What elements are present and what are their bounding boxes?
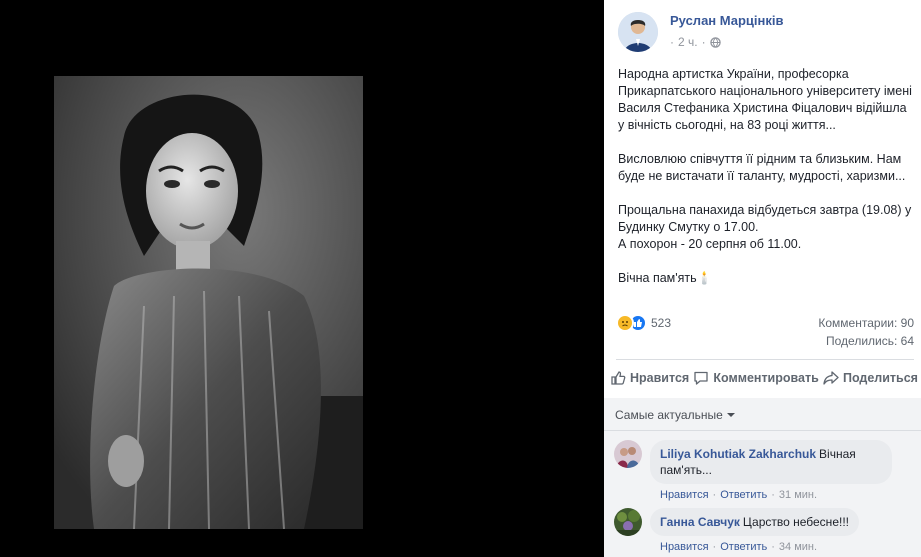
post-header: Руслан Марцінків · 2 ч. · — [618, 12, 783, 52]
share-label: Поделиться — [842, 371, 918, 385]
comment-icon — [694, 371, 708, 385]
comment-like-link[interactable]: Нравится — [660, 489, 709, 501]
comment-item: Ганна Савчук Царство небесне!!! Нравится ·… — [614, 508, 859, 553]
share-icon — [823, 371, 839, 385]
thumbs-up-icon — [611, 371, 626, 385]
dot-separator: · — [701, 35, 706, 49]
dot-separator: · — [771, 541, 775, 553]
comment-bubble: Ганна Савчук Царство небесне!!! — [650, 508, 859, 536]
comment-author[interactable]: Liliya Kohutiak Zakharchuk — [660, 447, 816, 461]
comments-section: Самые актуальные Liliya Kohutiak Zakharc… — [604, 398, 921, 557]
dot-separator: · — [771, 489, 775, 501]
comment-reply-link[interactable]: Ответить — [720, 489, 767, 501]
share-button[interactable]: Поделиться — [823, 364, 918, 392]
author-avatar[interactable] — [618, 12, 658, 52]
comment-author[interactable]: Ганна Савчук — [660, 515, 740, 529]
sad-reaction-icon — [616, 314, 634, 332]
post-actions: Нравится Комментировать Поделиться — [610, 364, 918, 392]
reaction-count: 523 — [651, 316, 672, 330]
reaction-summary[interactable]: 523 — [616, 314, 671, 332]
commenter-avatar[interactable] — [614, 440, 642, 468]
comment-text: Царство небесне!!! — [742, 515, 849, 529]
caret-down-icon — [726, 413, 735, 417]
comment-reply-link[interactable]: Ответить — [720, 541, 767, 553]
author-name[interactable]: Руслан Марцінків — [670, 13, 783, 29]
like-label: Нравится — [630, 371, 690, 385]
portrait-illustration — [54, 76, 363, 529]
dot-separator: · — [670, 35, 674, 49]
post-paragraph: Народна артистка України, професорка При… — [618, 67, 912, 132]
shares-count[interactable]: Поделились: 64 — [826, 334, 914, 348]
comment-time[interactable]: 31 мин. — [779, 489, 817, 501]
comment-time[interactable]: 34 мин. — [779, 541, 817, 553]
post-paragraph: Висловлюю співчуття її рідним та близьки… — [618, 152, 906, 183]
photo-viewer — [0, 0, 604, 557]
comment-label: Комментировать — [713, 371, 819, 385]
like-button[interactable]: Нравится — [610, 364, 689, 392]
post-paragraph: Прощальна панахида відбудеться завтра (1… — [618, 203, 912, 251]
comment-actions: Нравится · Ответить · 34 мин. — [660, 541, 859, 553]
sort-label: Самые актуальные — [615, 408, 723, 422]
post-photo[interactable] — [54, 76, 363, 529]
post-side-panel: Руслан Марцінків · 2 ч. · Народна артист… — [604, 0, 921, 557]
divider — [616, 359, 914, 360]
comment-sort-dropdown[interactable]: Самые актуальные — [615, 408, 735, 422]
dot-separator: · — [712, 489, 717, 501]
post-meta: · 2 ч. · — [670, 35, 783, 49]
comments-count[interactable]: Комментарии: 90 — [818, 316, 914, 330]
divider — [604, 430, 921, 431]
post-stats: 523 Комментарии: 90 Поделились: 64 — [616, 314, 914, 354]
comment-bubble: Liliya Kohutiak Zakharchuk Вічная пам'ять… — [650, 440, 892, 484]
comment-item: Liliya Kohutiak Zakharchuk Вічная пам'ять… — [614, 440, 892, 501]
commenter-avatar[interactable] — [614, 508, 642, 536]
comment-like-link[interactable]: Нравится — [660, 541, 709, 553]
post-paragraph: Вічна пам'ять🕯️ — [618, 271, 713, 285]
post-time[interactable]: 2 ч. — [678, 35, 698, 49]
dot-separator: · — [712, 541, 717, 553]
comment-button[interactable]: Комментировать — [693, 364, 819, 392]
post-text: Народна артистка України, професорка При… — [618, 66, 914, 304]
globe-icon[interactable] — [709, 36, 721, 48]
comment-actions: Нравится · Ответить · 31 мин. — [660, 489, 892, 501]
